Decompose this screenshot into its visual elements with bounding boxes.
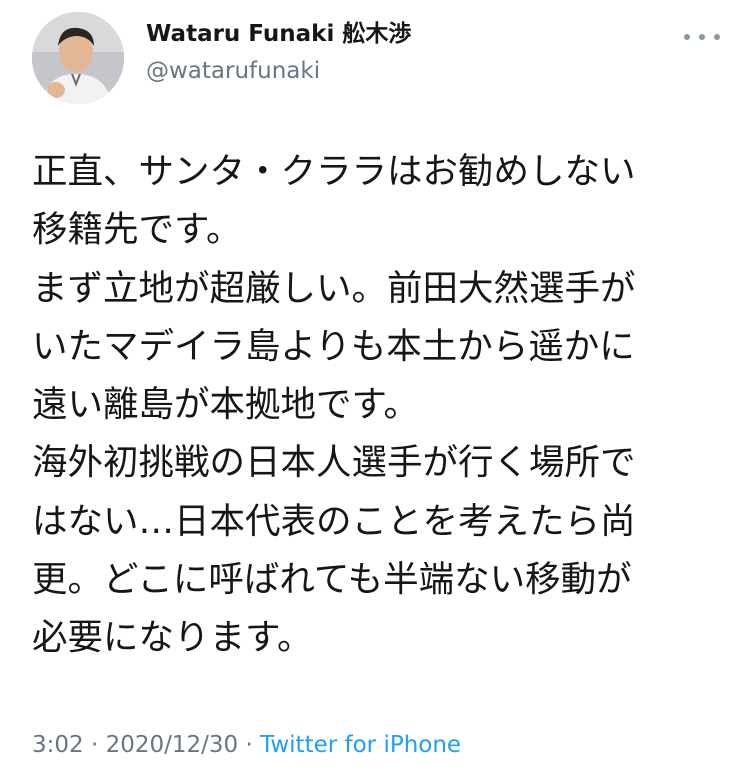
tweet-text-line: 移籍先です。 (32, 209, 242, 251)
author-handle[interactable]: @watarufunaki (146, 54, 411, 88)
tweet-text: 正直、サンタ・クララはお勧めしない 移籍先です。 まず立地が超厳しい。前田大然選… (32, 143, 722, 668)
tweet-text-line: 海外初挑戦の日本人選手が行く場所で (32, 442, 636, 484)
meta-separator: · (238, 732, 261, 758)
tweet-text-line: はない…日本代表のことを考えたら尚 (32, 500, 636, 542)
avatar[interactable] (32, 12, 124, 104)
tweet-text-line: 更。どこに呼ばれても半端ない移動が (32, 559, 632, 601)
author-names: Wataru Funaki 舩木渉 @watarufunaki (146, 18, 411, 88)
meta-separator: · (83, 732, 106, 758)
more-dot (714, 34, 720, 40)
tweet-text-line: 必要になります。 (32, 617, 313, 659)
tweet-header: Wataru Funaki 舩木渉 @watarufunaki (32, 12, 722, 104)
tweet-card: Wataru Funaki 舩木渉 @watarufunaki 正直、サンタ・ク… (0, 0, 750, 782)
tweet-text-line: いたマデイラ島よりも本土から遥かに (32, 325, 635, 367)
tweet-text-line: まず立地が超厳しい。前田大然選手が (32, 267, 636, 309)
more-dot (699, 34, 705, 40)
tweet-meta: 3:02 · 2020/12/30 · Twitter for iPhone (32, 728, 461, 762)
author-display-name[interactable]: Wataru Funaki 舩木渉 (146, 18, 411, 50)
tweet-source-link[interactable]: Twitter for iPhone (260, 732, 461, 758)
more-horizontal-icon[interactable] (684, 30, 720, 44)
tweet-text-line: 遠い離島が本拠地です。 (32, 384, 419, 426)
more-dot (684, 34, 690, 40)
tweet-date[interactable]: 2020/12/30 (106, 732, 239, 758)
tweet-time[interactable]: 3:02 (32, 732, 84, 758)
user-avatar-photo-icon (32, 12, 124, 104)
tweet-text-line: 正直、サンタ・クララはお勧めしない (32, 151, 636, 192)
